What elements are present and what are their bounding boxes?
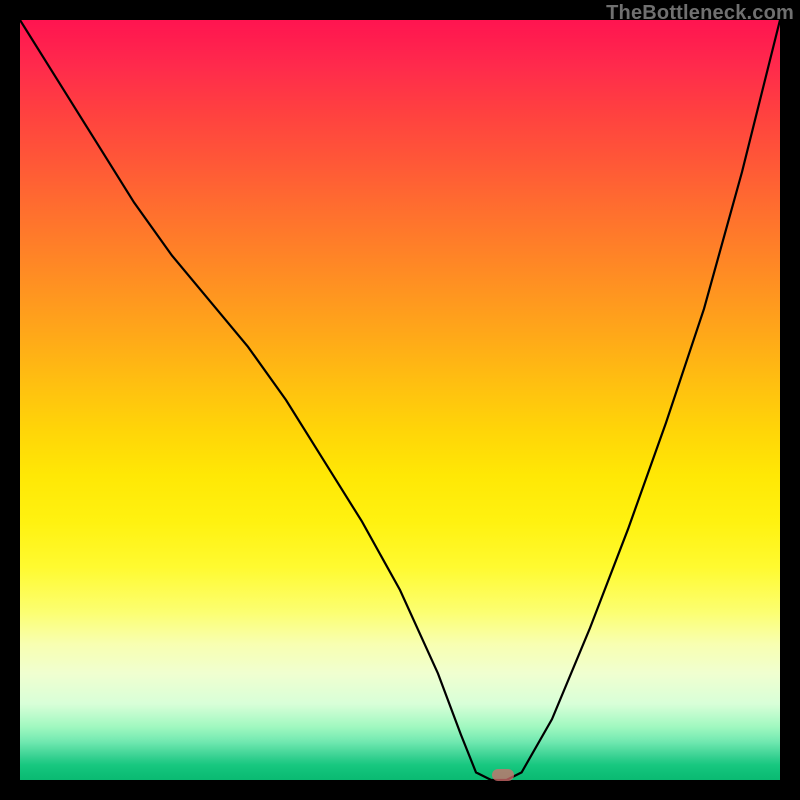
chart-container: TheBottleneck.com (0, 0, 800, 800)
bottleneck-curve (20, 20, 780, 780)
optimal-point-marker (492, 769, 514, 781)
watermark-text: TheBottleneck.com (606, 2, 794, 25)
